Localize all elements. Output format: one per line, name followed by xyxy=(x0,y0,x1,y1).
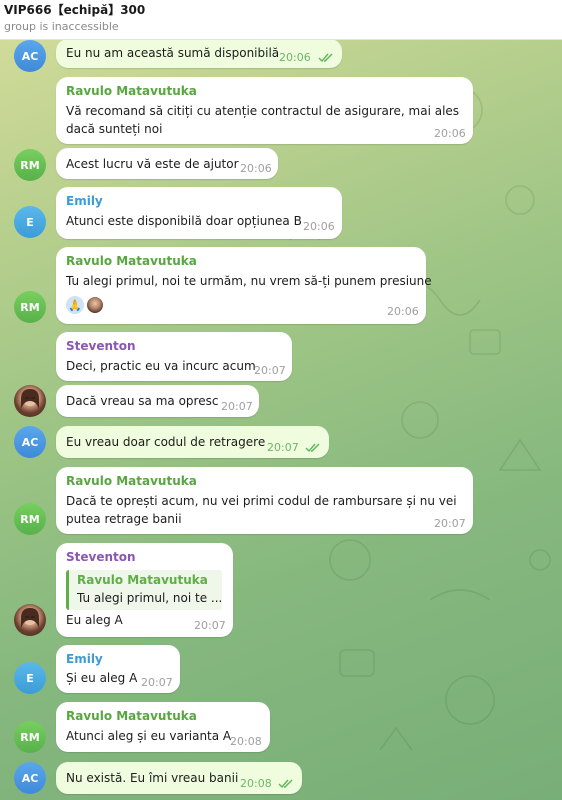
message-time: 20:07 xyxy=(434,517,466,530)
message-bubble[interactable]: Ravulo Matavutuka Dacă te oprești acum, … xyxy=(56,467,473,534)
message-text: Eu vreau doar codul de retragere xyxy=(66,435,266,449)
message-text: Nu există. Eu îmi vreau banii xyxy=(66,771,239,785)
avatar[interactable]: RM xyxy=(14,149,46,181)
avatar[interactable]: E xyxy=(14,206,46,238)
avatar[interactable]: AC xyxy=(14,426,46,458)
double-check-icon xyxy=(278,779,293,788)
message-time: 20:08 xyxy=(230,735,262,748)
message-time: 20:06 xyxy=(279,51,311,64)
message-text: dacă sunteți noi xyxy=(66,122,163,136)
sender-name[interactable]: Emily xyxy=(66,194,103,208)
message-text: Și eu aleg A xyxy=(66,671,138,685)
message-time: 20:08 xyxy=(240,777,272,790)
avatar[interactable]: E xyxy=(14,662,46,694)
sender-name[interactable]: Ravulo Matavutuka xyxy=(66,709,197,723)
message-bubble[interactable]: Emily Și eu aleg A 20:07 xyxy=(56,645,180,693)
message-bubble[interactable]: Ravulo Matavutuka Atunci aleg și eu vari… xyxy=(56,702,270,752)
chat-status: group is inaccessible xyxy=(4,20,119,33)
avatar[interactable]: AC xyxy=(14,40,46,72)
message-text: Atunci aleg și eu varianta A xyxy=(66,729,232,743)
message-text: Eu nu am această sumă disponibilă xyxy=(66,46,280,60)
message-text: putea retrage banii xyxy=(66,512,182,526)
message-bubble[interactable]: Ravulo Matavutuka Tu alegi primul, noi t… xyxy=(56,247,432,324)
message-text: Eu aleg A xyxy=(66,613,123,627)
message-time: 20:06 xyxy=(240,162,272,175)
message-bubble[interactable]: Eu vreau doar codul de retragere 20:07 xyxy=(56,426,329,458)
message-time: 20:07 xyxy=(141,676,173,689)
message-text: Tu alegi primul, noi te urmăm, nu vrem s… xyxy=(66,274,432,288)
message-bubble[interactable]: Ravulo Matavutuka Vă recomand să citiți … xyxy=(56,77,473,144)
chat-title: VIP666【echipă】300 xyxy=(4,3,146,17)
sender-name[interactable]: Emily xyxy=(66,652,103,666)
avatar[interactable] xyxy=(14,385,46,417)
reaction-user-avatar xyxy=(86,296,104,314)
message-bubble[interactable]: Acest lucru vă este de ajutor 20:06 xyxy=(56,148,278,179)
message-text: Dacă vreau sa ma opresc xyxy=(66,394,219,408)
sender-name[interactable]: Ravulo Matavutuka xyxy=(66,84,197,98)
message-bubble[interactable]: Steventon Deci, practic eu va incurc acu… xyxy=(56,332,292,381)
message-time: 20:07 xyxy=(267,441,299,454)
message-bubble[interactable]: Emily Atunci este disponibilă doar opțiu… xyxy=(56,187,342,239)
double-check-icon xyxy=(318,53,333,62)
message-text: Vă recomand să citiți cu atenție contrac… xyxy=(66,104,460,118)
message-text: Deci, practic eu va incurc acum xyxy=(66,359,256,373)
sender-name[interactable]: Steventon xyxy=(66,339,136,353)
reply-text: Tu alegi primul, noi te ... xyxy=(77,591,223,605)
reply-quote[interactable]: Ravulo Matavutuka Tu alegi primul, noi t… xyxy=(66,570,222,610)
message-time: 20:06 xyxy=(387,305,419,318)
message-text: Dacă te oprești acum, nu vei primi codul… xyxy=(66,494,457,508)
chat-header[interactable]: VIP666【echipă】300 group is inaccessible xyxy=(0,0,562,40)
double-check-icon xyxy=(305,443,320,452)
message-time: 20:07 xyxy=(194,619,226,632)
message-time: 20:06 xyxy=(303,220,335,233)
avatar[interactable] xyxy=(14,604,46,636)
reply-sender: Ravulo Matavutuka xyxy=(77,573,208,587)
message-bubble[interactable]: Dacă vreau sa ma opresc 20:07 xyxy=(56,385,259,417)
sender-name[interactable]: Steventon xyxy=(66,550,136,564)
message-text: Atunci este disponibilă doar opțiunea B xyxy=(66,214,302,228)
reaction-pray-icon[interactable]: 🙏 xyxy=(66,296,84,314)
message-bubble[interactable]: Eu nu am această sumă disponibilă 20:06 xyxy=(56,39,342,68)
avatar[interactable]: RM xyxy=(14,291,46,323)
message-time: 20:06 xyxy=(434,127,466,140)
avatar[interactable]: RM xyxy=(14,721,46,753)
message-time: 20:07 xyxy=(221,400,253,413)
avatar[interactable]: AC xyxy=(14,762,46,794)
sender-name[interactable]: Ravulo Matavutuka xyxy=(66,254,197,268)
message-text: Acest lucru vă este de ajutor xyxy=(66,157,239,171)
sender-name[interactable]: Ravulo Matavutuka xyxy=(66,474,197,488)
message-bubble[interactable]: Steventon Ravulo Matavutuka Tu alegi pri… xyxy=(56,543,233,637)
message-bubble[interactable]: Nu există. Eu îmi vreau banii 20:08 xyxy=(56,762,302,794)
message-time: 20:07 xyxy=(254,364,286,377)
avatar[interactable]: RM xyxy=(14,503,46,535)
